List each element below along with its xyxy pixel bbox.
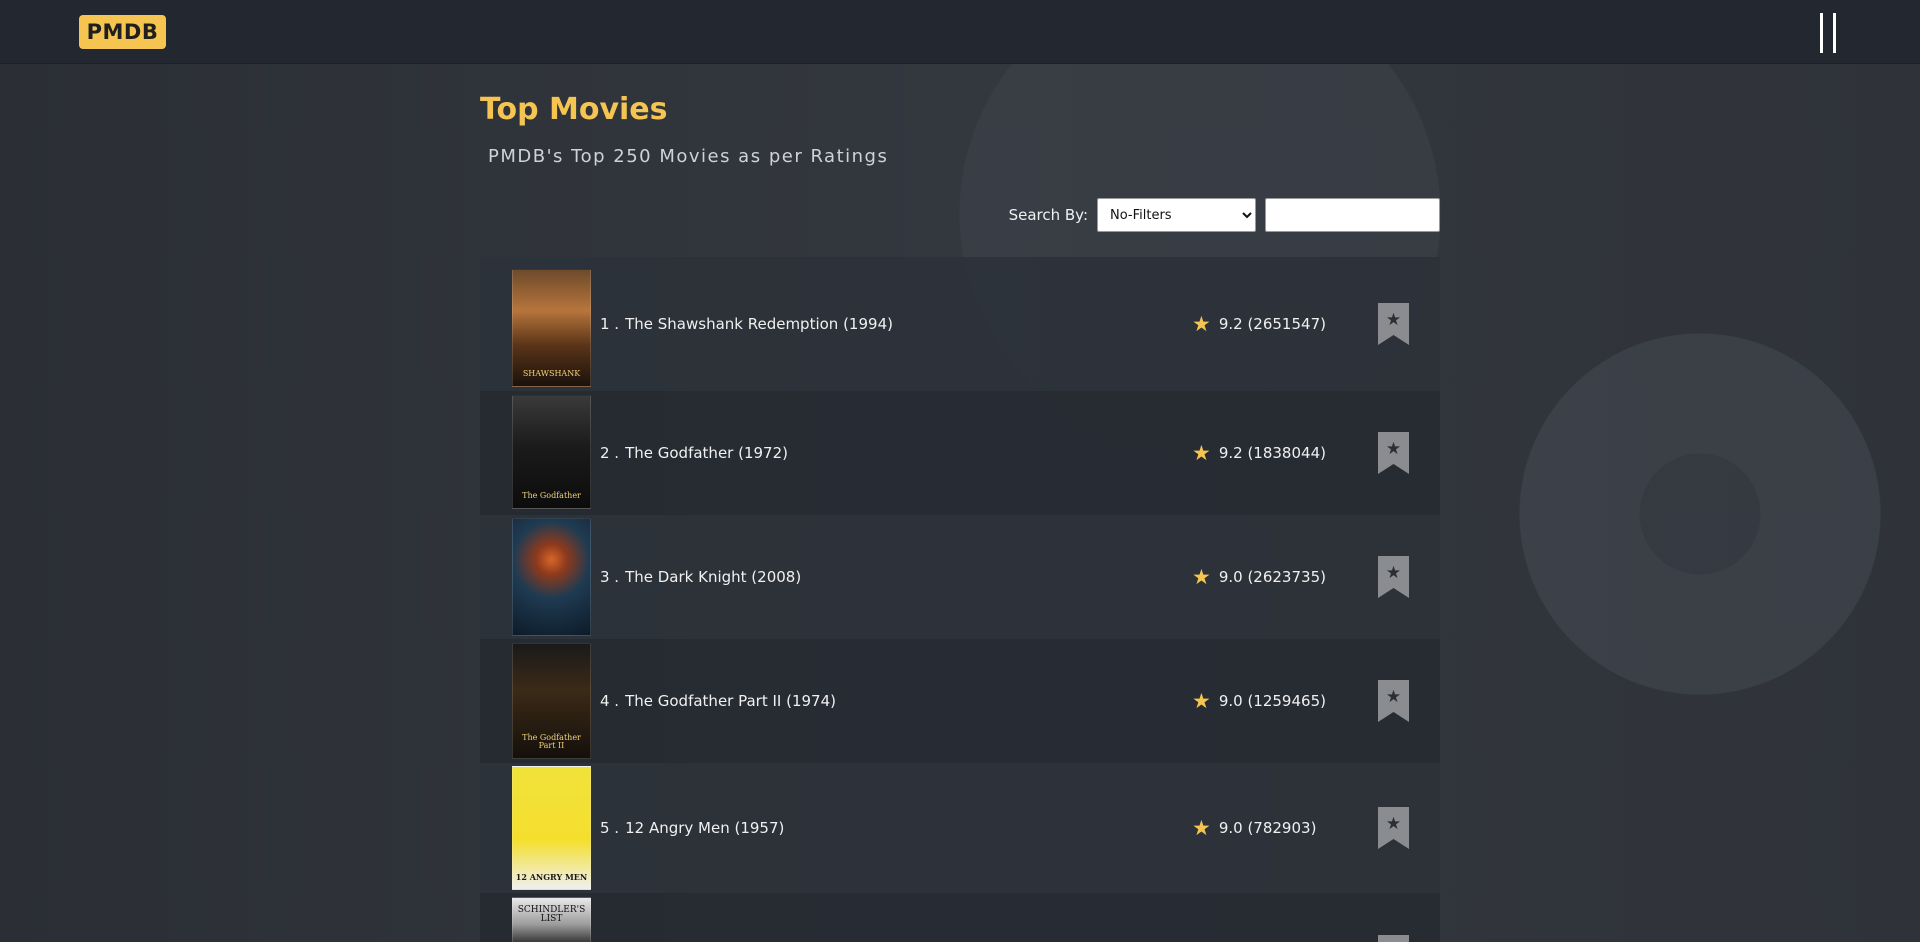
star-icon: ★ [1192,564,1211,589]
movie-title[interactable]: 2 . The Godfather (1972) [600,444,788,462]
movie-row[interactable]: 12 ANGRY MEN 5 . 12 Angry Men (1957) ★ 9.… [480,763,1440,893]
bookmark-star-icon: ★ [1378,807,1409,849]
poster-title: The Godfather Part II [522,733,581,750]
svg-text:★: ★ [1386,563,1401,583]
menu-bar-right [1833,13,1836,53]
add-to-watchlist-bookmark-button[interactable]: ★ [1378,556,1409,598]
movie-rank: 5 . [600,819,620,837]
movie-poster[interactable] [512,518,591,636]
movie-row[interactable]: SCHINDLER'S LIST [480,893,1440,942]
page-subtitle: PMDB's Top 250 Movies as per Ratings [488,146,889,167]
movie-title-text: The Godfather Part II (1974) [625,692,836,710]
movie-row[interactable]: The Godfather Part II 4 . The Godfather P… [480,639,1440,763]
svg-text:★: ★ [1386,439,1401,459]
movie-rating: ★ 9.0 (782903) [1192,815,1317,840]
movie-poster[interactable]: 12 ANGRY MEN [512,766,591,890]
movie-poster[interactable]: The Godfather [512,395,591,509]
rating-value: 9.0 (782903) [1218,819,1317,837]
movie-row[interactable]: 3 . The Dark Knight (2008) ★ 9.0 (2623735… [480,515,1440,639]
star-icon: ★ [1192,311,1211,336]
movie-title-text: The Godfather (1972) [625,444,788,462]
movie-rating: ★ 9.0 (2623735) [1192,564,1326,589]
rating-value: 9.2 (2651547) [1218,315,1326,333]
add-to-watchlist-bookmark-button[interactable]: ★ [1378,432,1409,474]
poster-title: The Godfather [522,491,581,500]
movie-rank: 2 . [600,444,620,462]
movie-poster[interactable]: SHAWSHANK [512,269,591,387]
search-bar: Search By: No-Filters [1009,198,1440,232]
rating-value: 9.2 (1838044) [1218,444,1326,462]
movie-title[interactable]: 3 . The Dark Knight (2008) [600,568,801,586]
movie-list: SHAWSHANK 1 . The Shawshank Redemption (1… [480,257,1440,942]
main-content: Top Movies PMDB's Top 250 Movies as per … [480,64,1440,942]
star-icon: ★ [1192,815,1211,840]
bookmark-star-icon: ★ [1378,680,1409,722]
bookmark-star-icon: ★ [1378,556,1409,598]
movie-row[interactable]: The Godfather 2 . The Godfather (1972) ★ … [480,391,1440,515]
search-input[interactable] [1265,198,1440,232]
menu-bar-left [1820,13,1823,53]
bookmark-star-icon [1378,935,1409,942]
rating-value: 9.0 (1259465) [1218,692,1326,710]
hamburger-menu-icon[interactable] [1820,13,1836,53]
movie-row[interactable]: SHAWSHANK 1 . The Shawshank Redemption (1… [480,257,1440,391]
movie-poster[interactable]: The Godfather Part II [512,643,591,759]
page-title: Top Movies [480,92,668,127]
add-to-watchlist-bookmark-button[interactable]: ★ [1378,303,1409,345]
movie-rank: 4 . [600,692,620,710]
movie-title[interactable]: 1 . The Shawshank Redemption (1994) [600,315,893,333]
movie-rating: ★ 9.0 (1259465) [1192,688,1326,713]
add-to-watchlist-bookmark-button[interactable]: ★ [1378,680,1409,722]
movie-title-text: 12 Angry Men (1957) [625,819,785,837]
search-filter-select[interactable]: No-Filters [1097,198,1256,232]
pmdb-logo[interactable]: PMDB [79,15,166,49]
movie-title-text: The Dark Knight (2008) [625,568,802,586]
movie-rank: 3 . [600,568,620,586]
star-icon: ★ [1192,688,1211,713]
movie-title-text: The Shawshank Redemption (1994) [625,315,893,333]
svg-text:★: ★ [1386,687,1401,707]
star-icon: ★ [1192,440,1211,465]
rating-value: 9.0 (2623735) [1218,568,1326,586]
svg-text:★: ★ [1386,310,1401,330]
search-by-label: Search By: [1008,206,1088,224]
bookmark-star-icon: ★ [1378,432,1409,474]
movie-rank: 1 . [600,315,620,333]
movie-rating: ★ 9.2 (2651547) [1192,311,1326,336]
movie-title[interactable]: 5 . 12 Angry Men (1957) [600,819,784,837]
poster-title: SHAWSHANK [522,369,581,378]
poster-title: SCHINDLER'S LIST [517,905,586,924]
poster-title: 12 ANGRY MEN [515,872,588,882]
add-to-watchlist-bookmark-button[interactable] [1378,935,1409,942]
svg-text:★: ★ [1386,814,1401,834]
movie-title[interactable]: 4 . The Godfather Part II (1974) [600,692,836,710]
add-to-watchlist-bookmark-button[interactable]: ★ [1378,807,1409,849]
movie-rating: ★ 9.2 (1838044) [1192,440,1326,465]
bookmark-star-icon: ★ [1378,303,1409,345]
top-navigation-bar: PMDB [0,0,1920,64]
movie-poster[interactable]: SCHINDLER'S LIST [512,897,591,942]
